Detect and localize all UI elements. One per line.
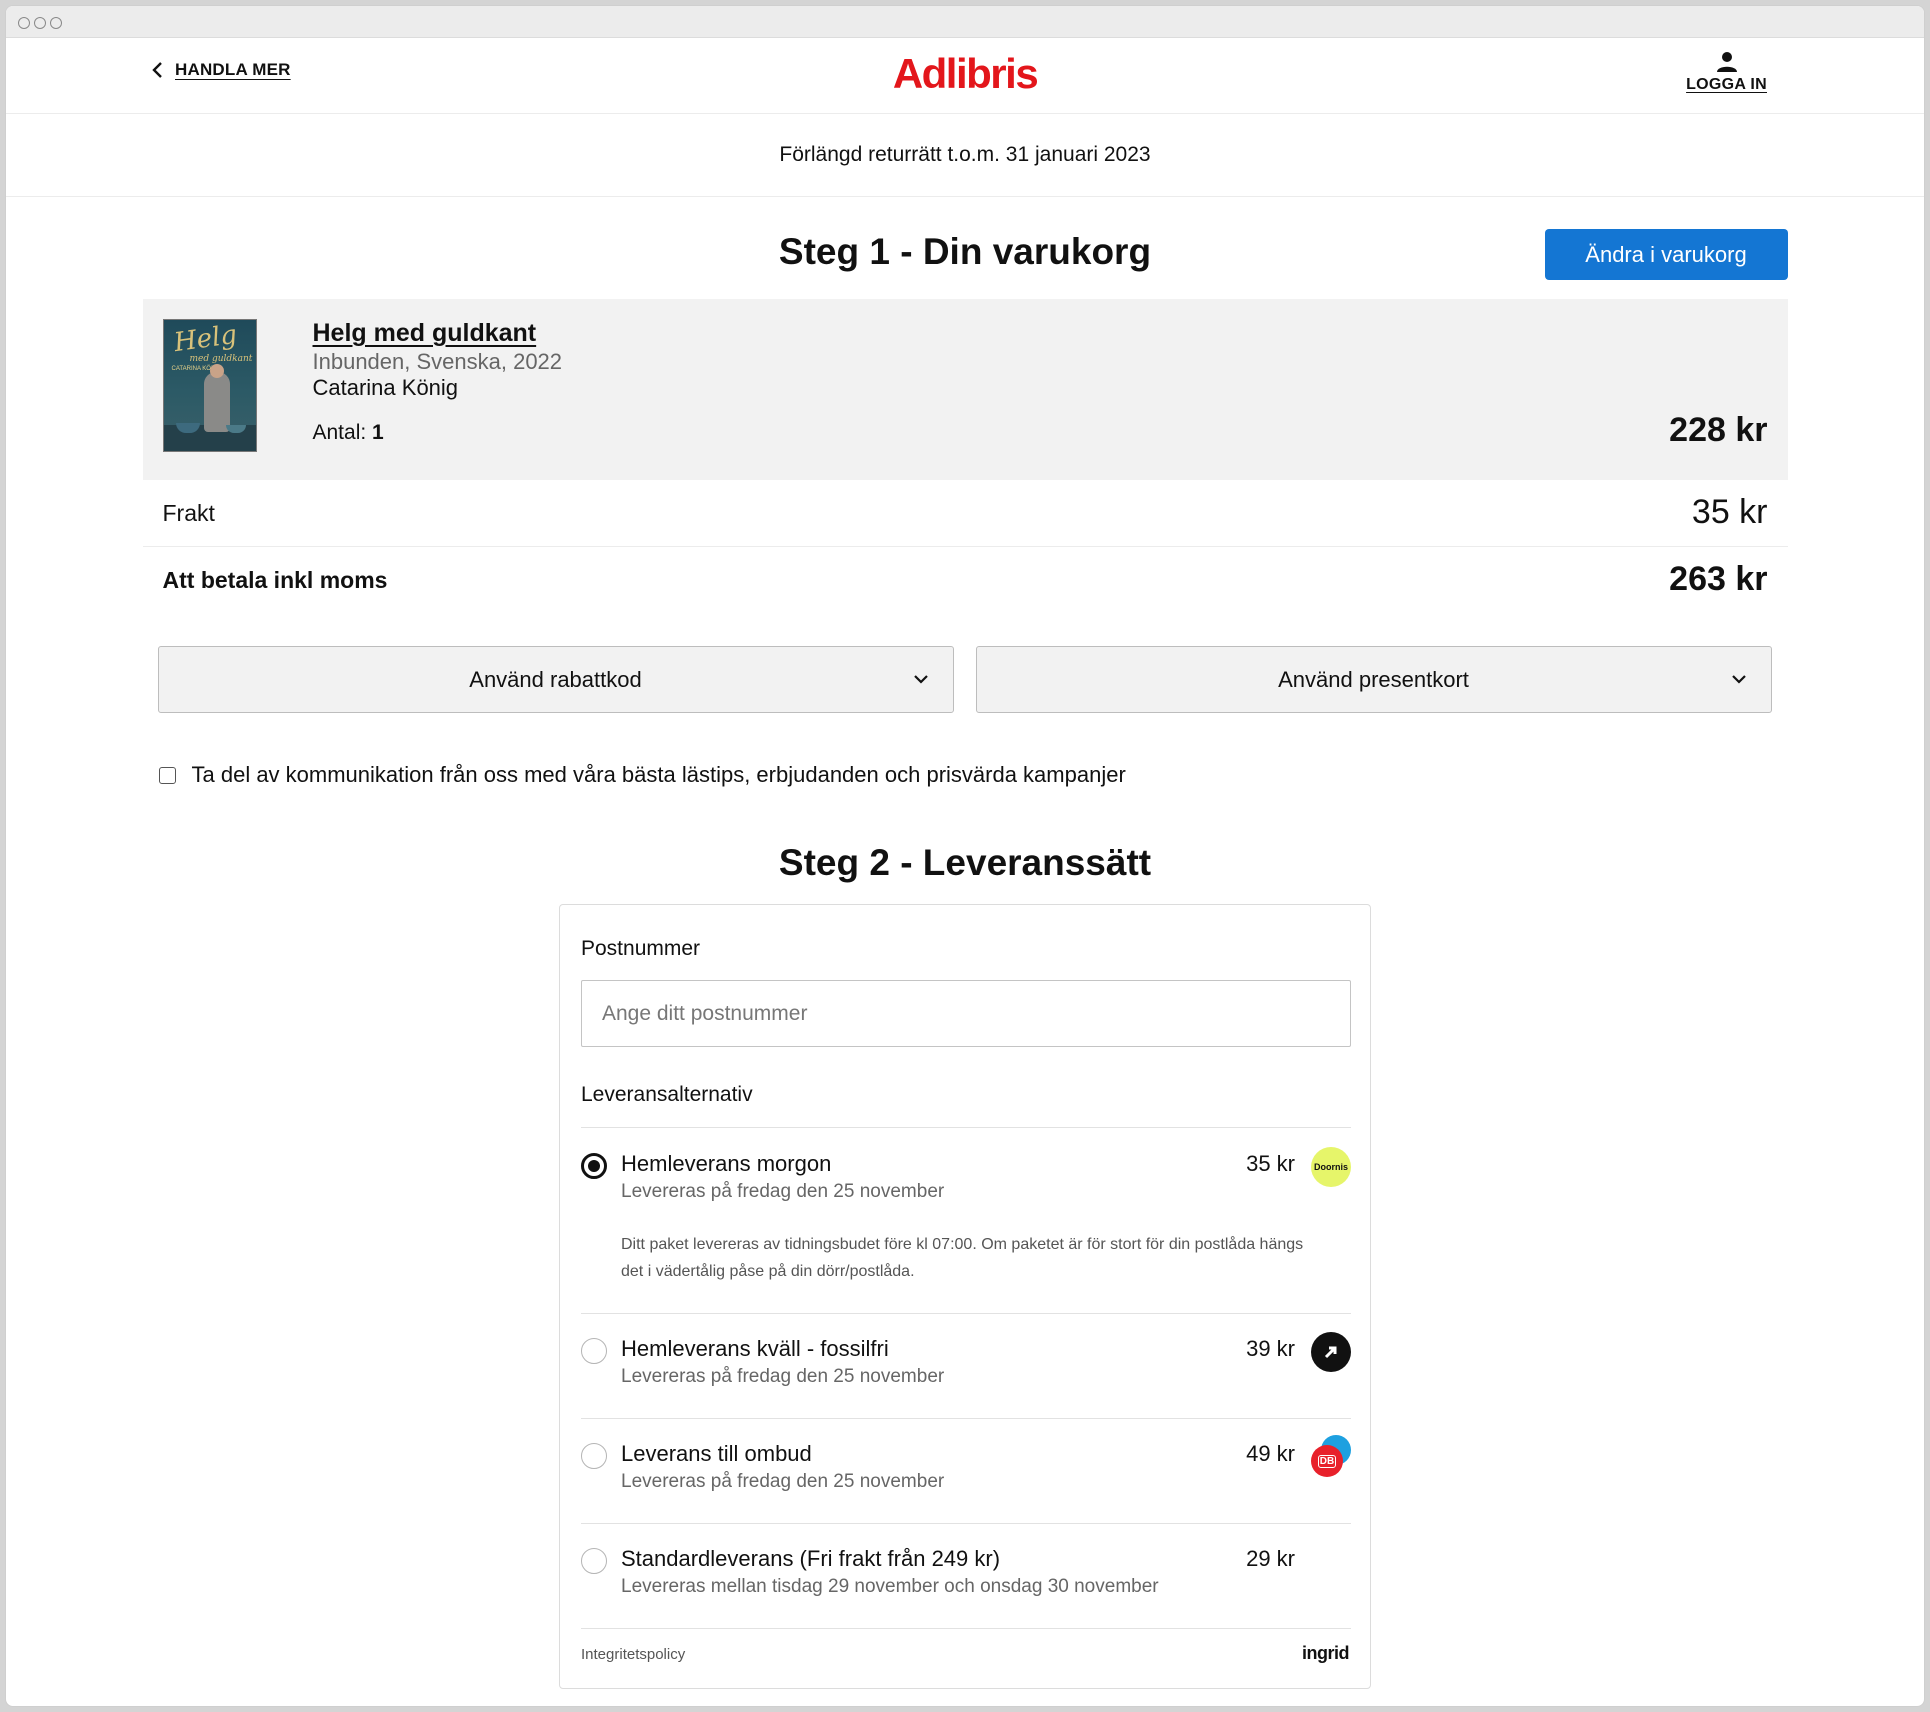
product-format: Inbunden, Svenska, 2022 bbox=[312, 349, 563, 374]
delivery-option-name: Hemleverans kväll - fossilfri bbox=[621, 1336, 889, 1361]
cover-title: Helg bbox=[171, 319, 239, 359]
product-author: Catarina König bbox=[312, 375, 459, 400]
browser-window: HANDLA MER Adlibris LOGGA IN Förlängd re… bbox=[5, 5, 1925, 1707]
site-header: HANDLA MER Adlibris LOGGA IN bbox=[6, 38, 1924, 114]
chevron-down-icon bbox=[913, 675, 928, 684]
product-quantity: Antal: 1 bbox=[313, 421, 384, 445]
discount-code-dropdown[interactable]: Använd rabattkod bbox=[157, 646, 954, 713]
return-policy-banner: Förlängd returrätt t.o.m. 31 januari 202… bbox=[6, 114, 1924, 197]
total-row: Att betala inkl moms 263 kr bbox=[143, 547, 1788, 613]
delivery-widget: Postnummer Leveransalternativ Hemleveran… bbox=[559, 904, 1371, 1689]
chevron-left-icon bbox=[152, 62, 162, 78]
divider bbox=[581, 1523, 1351, 1524]
edit-cart-button[interactable]: Ändra i varukorg bbox=[1544, 229, 1788, 280]
product-price: 228 kr bbox=[1669, 411, 1768, 449]
delivery-option-name: Hemleverans morgon bbox=[621, 1151, 832, 1176]
product-title-link[interactable]: Helg med guldkant bbox=[313, 319, 537, 348]
step2-title: Steg 2 - Leveranssätt bbox=[778, 842, 1152, 883]
back-to-shop-link[interactable]: HANDLA MER bbox=[151, 60, 291, 80]
divider bbox=[581, 1628, 1351, 1629]
delivery-option-date: Levereras på fredag den 25 november bbox=[621, 1366, 945, 1387]
back-to-shop-label: HANDLA MER bbox=[175, 60, 291, 79]
discount-row: Använd rabattkod Använd presentkort bbox=[143, 613, 1788, 735]
delivery-option-date: Levereras på fredag den 25 november bbox=[621, 1181, 945, 1202]
window-close-icon[interactable] bbox=[18, 17, 30, 29]
db-schenker-logo-icon: DB bbox=[1311, 1435, 1351, 1477]
shipping-label: Frakt bbox=[162, 500, 215, 526]
carrier-badge-front: DB bbox=[1311, 1445, 1343, 1477]
adlibris-logo[interactable]: Adlibris bbox=[893, 50, 1039, 98]
radio-selected[interactable] bbox=[581, 1153, 607, 1179]
cover-illustration-head bbox=[209, 364, 224, 378]
budbee-logo-icon bbox=[1311, 1332, 1351, 1372]
delivery-option-price: 49 kr bbox=[1246, 1441, 1295, 1466]
delivery-option-date: Levereras på fredag den 25 november bbox=[621, 1471, 945, 1492]
newsletter-consent-label: Ta del av kommunikation från oss med vår… bbox=[191, 762, 1126, 787]
ingrid-logo: ingrid bbox=[1302, 1643, 1350, 1663]
gift-card-label: Använd presentkort bbox=[1278, 666, 1469, 692]
cover-illustration-person bbox=[203, 372, 230, 432]
shipping-value: 35 kr bbox=[1691, 493, 1768, 531]
postcode-input[interactable] bbox=[581, 980, 1351, 1047]
divider bbox=[581, 1127, 1351, 1128]
divider bbox=[581, 1418, 1351, 1419]
postcode-label: Postnummer bbox=[581, 937, 701, 960]
window-maximize-icon[interactable] bbox=[50, 17, 62, 29]
discount-code-label: Använd rabattkod bbox=[469, 666, 642, 692]
delivery-option-name: Leverans till ombud bbox=[621, 1441, 812, 1466]
quantity-label: Antal: bbox=[312, 421, 367, 444]
checkout-content: Steg 1 - Din varukorg Ändra i varukorg H… bbox=[142, 197, 1788, 1689]
chevron-down-icon bbox=[1731, 675, 1746, 684]
cart-item: Helg med guldkant CATARINA KÖNIG Helg me… bbox=[142, 299, 1788, 480]
delivery-option-price: 39 kr bbox=[1246, 1336, 1295, 1361]
newsletter-checkbox[interactable] bbox=[158, 766, 176, 784]
db-logo-text: DB bbox=[1317, 1454, 1337, 1468]
cover-subtitle: med guldkant bbox=[189, 354, 253, 364]
privacy-policy-link[interactable]: Integritetspolicy bbox=[581, 1646, 685, 1663]
radio-unselected[interactable] bbox=[581, 1338, 607, 1364]
total-value: 263 kr bbox=[1669, 560, 1768, 598]
quantity-value: 1 bbox=[372, 421, 384, 444]
shipping-row: Frakt 35 kr bbox=[142, 480, 1788, 547]
window-titlebar bbox=[6, 6, 1924, 38]
book-cover-image[interactable]: Helg med guldkant CATARINA KÖNIG bbox=[162, 319, 257, 452]
login-button[interactable]: LOGGA IN bbox=[1686, 50, 1767, 94]
step1-title: Steg 1 - Din varukorg bbox=[778, 231, 1152, 272]
delivery-option-date: Levereras mellan tisdag 29 november och … bbox=[621, 1576, 1159, 1597]
delivery-option-price: 29 kr bbox=[1246, 1546, 1295, 1571]
user-icon bbox=[1716, 52, 1737, 72]
newsletter-consent: Ta del av kommunikation från oss med vår… bbox=[143, 735, 1788, 815]
gift-card-dropdown[interactable]: Använd presentkort bbox=[975, 646, 1772, 713]
window-minimize-icon[interactable] bbox=[34, 17, 46, 29]
doornis-logo-icon: Doornis bbox=[1311, 1147, 1351, 1187]
delivery-option-price: 35 kr bbox=[1246, 1151, 1295, 1176]
delivery-option-name: Standardleverans (Fri frakt från 249 kr) bbox=[621, 1546, 1001, 1571]
login-label: LOGGA IN bbox=[1686, 76, 1767, 93]
total-label: Att betala inkl moms bbox=[162, 567, 388, 593]
delivery-options-label: Leveransalternativ bbox=[581, 1083, 753, 1106]
delivery-option-description: Ditt paket levereras av tidningsbudet fö… bbox=[621, 1236, 1304, 1280]
divider bbox=[581, 1313, 1351, 1314]
radio-unselected[interactable] bbox=[581, 1443, 607, 1469]
arrow-up-right-icon bbox=[1324, 1346, 1337, 1359]
step1-header: Steg 1 - Din varukorg Ändra i varukorg bbox=[143, 197, 1788, 299]
radio-unselected[interactable] bbox=[581, 1548, 607, 1574]
